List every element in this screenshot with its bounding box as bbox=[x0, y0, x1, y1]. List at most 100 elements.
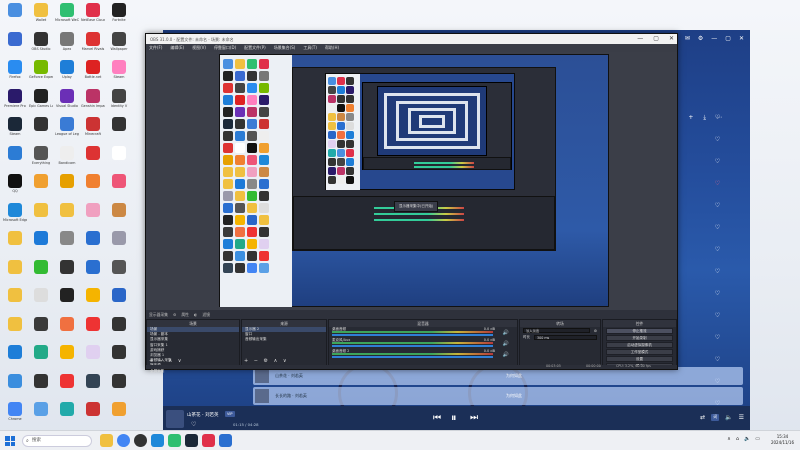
desktop-icon[interactable] bbox=[29, 174, 53, 204]
desktop-icon[interactable] bbox=[81, 316, 105, 347]
duration-input[interactable]: 300 ms bbox=[534, 335, 597, 340]
steam-icon[interactable] bbox=[185, 434, 198, 447]
transition-settings-icon[interactable]: ⚙ bbox=[594, 329, 597, 333]
obs-menu-item[interactable]: 场景集合(S) bbox=[274, 45, 296, 51]
desktop-icon[interactable]: Premiere Pro bbox=[3, 88, 27, 119]
minimize-icon[interactable]: — bbox=[637, 35, 643, 42]
desktop-icon[interactable] bbox=[107, 402, 131, 432]
source-item[interactable]: 音频输出采集 bbox=[242, 337, 326, 342]
desktop-icon[interactable] bbox=[29, 202, 53, 233]
desktop-icon[interactable] bbox=[81, 402, 105, 432]
desktop-icon[interactable] bbox=[55, 202, 79, 233]
desktop-icon[interactable] bbox=[107, 288, 131, 318]
close-icon[interactable]: ✕ bbox=[669, 35, 674, 42]
minimize-icon[interactable]: — bbox=[711, 35, 717, 42]
volume-slider[interactable] bbox=[332, 334, 493, 336]
favorite-icon[interactable]: ♡ bbox=[715, 158, 720, 165]
speaker-icon[interactable]: 🔊 bbox=[503, 330, 509, 336]
obs-icon[interactable] bbox=[134, 434, 147, 447]
chrome-icon[interactable] bbox=[117, 434, 130, 447]
desktop-icon[interactable]: Epic Games Launcher bbox=[29, 88, 53, 119]
control-button[interactable]: 开始录制 bbox=[606, 335, 673, 341]
todo-icon[interactable] bbox=[219, 434, 232, 447]
favorite-icon[interactable]: ♡ bbox=[715, 290, 720, 297]
desktop-icon[interactable] bbox=[3, 3, 27, 33]
desktop-icon[interactable]: Fortnite bbox=[107, 3, 131, 33]
desktop-icon[interactable]: Steam bbox=[3, 117, 27, 147]
desktop-icon[interactable] bbox=[55, 345, 79, 375]
desktop-icon[interactable] bbox=[3, 259, 27, 290]
obs-preview[interactable]: 显示器采集中(已开始) bbox=[146, 52, 677, 310]
favorite-icon[interactable]: ♡ bbox=[715, 356, 720, 363]
favorite-icon[interactable]: ♡ bbox=[715, 180, 720, 187]
desktop-icon[interactable]: Battle.net bbox=[81, 60, 105, 90]
desktop-icon[interactable]: Microsoft WeChat bbox=[55, 3, 79, 33]
control-button[interactable]: 设置 bbox=[606, 356, 673, 362]
file-explorer-icon[interactable] bbox=[100, 434, 113, 447]
desktop-icon[interactable]: Wallpaper bbox=[107, 31, 131, 62]
desktop-icon[interactable]: GeForce Experience bbox=[29, 60, 53, 90]
obs-menu-item[interactable]: 停靠窗口(D) bbox=[214, 45, 236, 51]
properties-button[interactable]: 属性 bbox=[181, 312, 189, 318]
desktop-icon[interactable] bbox=[81, 174, 105, 204]
scene-item[interactable]: 全屏采集 bbox=[147, 369, 239, 374]
settings-icon[interactable]: ⚙ bbox=[698, 35, 703, 42]
now-playing-cover[interactable] bbox=[166, 410, 184, 428]
desktop-icon[interactable] bbox=[81, 373, 105, 404]
battery-icon[interactable]: ▭ bbox=[755, 436, 760, 442]
desktop-icon[interactable]: Visual Studio bbox=[55, 88, 79, 119]
obs-menu-item[interactable]: 配置文件(P) bbox=[244, 45, 266, 51]
desktop-icon[interactable] bbox=[3, 373, 27, 404]
pause-icon[interactable]: ⏸ bbox=[451, 411, 457, 425]
favorite-icon[interactable]: ♡ bbox=[715, 136, 720, 143]
desktop-icon[interactable]: Firefox bbox=[3, 60, 27, 90]
desktop-icon[interactable] bbox=[29, 316, 53, 347]
desktop-icon[interactable] bbox=[55, 316, 79, 347]
favorite-icon[interactable]: ♡ bbox=[715, 224, 720, 231]
transition-select[interactable]: 淡入淡出 bbox=[523, 328, 590, 333]
desktop-icon[interactable] bbox=[29, 402, 53, 432]
desktop-icon[interactable] bbox=[3, 345, 27, 375]
favorite-icon[interactable]: ♡ bbox=[715, 202, 720, 209]
song-row[interactable]: 长长的路 · 刘若英 为何如此 bbox=[253, 387, 743, 405]
taskbar-clock[interactable]: 15:34 2024/11/16 bbox=[771, 434, 794, 446]
desktop-icon[interactable] bbox=[81, 259, 105, 290]
desktop-icon[interactable]: League of Legends bbox=[55, 117, 79, 147]
volume-icon[interactable]: 🔈 bbox=[744, 436, 750, 442]
properties-icon[interactable]: ⚙ bbox=[173, 312, 176, 317]
start-button[interactable] bbox=[5, 436, 15, 446]
desktop-icon[interactable]: Marvel Rivals bbox=[81, 31, 105, 62]
obs-menu-item[interactable]: 视图(V) bbox=[192, 45, 206, 51]
desktop-icon[interactable] bbox=[107, 373, 131, 404]
desktop-icon[interactable] bbox=[107, 117, 131, 147]
obs-menu-item[interactable]: 帮助(H) bbox=[325, 45, 339, 51]
desktop-icon[interactable] bbox=[55, 373, 79, 404]
desktop-icon[interactable] bbox=[55, 288, 79, 318]
desktop-icon[interactable] bbox=[81, 145, 105, 176]
desktop-icon[interactable] bbox=[107, 259, 131, 290]
desktop-icon[interactable] bbox=[81, 231, 105, 261]
desktop-icon[interactable] bbox=[81, 288, 105, 318]
chevron-up-icon[interactable]: ∧ bbox=[727, 436, 731, 442]
desktop-icon[interactable] bbox=[3, 231, 27, 261]
desktop-icon[interactable] bbox=[55, 174, 79, 204]
taskbar-search[interactable]: ⌕ 搜索 bbox=[22, 435, 92, 447]
network-icon[interactable]: ⌂ bbox=[736, 436, 739, 442]
desktop-icon[interactable]: QQ bbox=[3, 174, 27, 204]
desktop-icon[interactable]: NetEase Cloud bbox=[81, 3, 105, 33]
desktop-icon[interactable] bbox=[3, 288, 27, 318]
control-button[interactable]: 停止推流 bbox=[606, 328, 673, 334]
wechat-icon[interactable] bbox=[168, 434, 181, 447]
desktop-icon[interactable] bbox=[29, 288, 53, 318]
now-playing-title[interactable]: 山茶花 - 刘若英 bbox=[187, 412, 218, 418]
shuffle-icon[interactable]: ⇄ bbox=[700, 414, 705, 421]
desktop-icon[interactable] bbox=[55, 231, 79, 261]
desktop-icon[interactable]: Bandicam bbox=[55, 145, 79, 176]
scenes-toolbar[interactable]: + − ∧ ∨ bbox=[149, 358, 183, 364]
maximize-icon[interactable]: ▢ bbox=[653, 35, 659, 42]
volume-slider[interactable] bbox=[332, 345, 493, 347]
favorite-icon[interactable]: ♡ bbox=[715, 114, 720, 121]
filters-button[interactable]: 滤镜 bbox=[202, 312, 210, 318]
close-icon[interactable]: ✕ bbox=[739, 35, 744, 42]
desktop-icon[interactable]: Minecraft bbox=[81, 117, 105, 147]
